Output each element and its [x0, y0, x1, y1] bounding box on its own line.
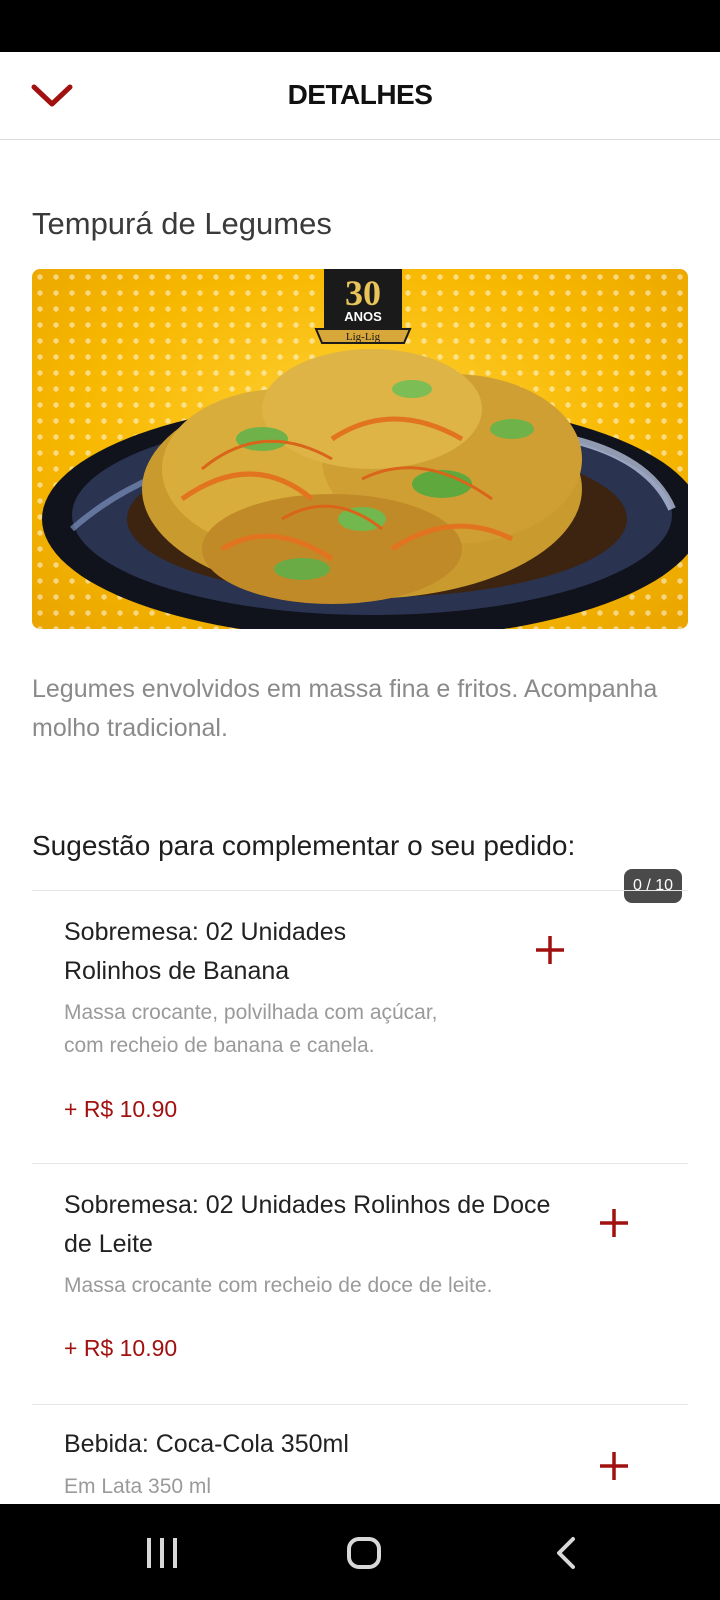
details-content[interactable]: Tempurá de Legumes 30 ANOS Lig-Lig Legum…: [0, 140, 720, 1504]
suggestion-item-description: Em Lata 350 ml: [64, 1475, 212, 1498]
tempura-food: [142, 349, 582, 604]
app-header: DETALHES: [0, 52, 720, 140]
system-nav-bar: [0, 1504, 720, 1600]
suggestion-item[interactable]: Bebida: Coca-Cola 350ml Em Lata 350 ml: [32, 1405, 688, 1504]
add-item-button[interactable]: [590, 1199, 638, 1247]
anniversary-badge: 30 ANOS Lig-Lig: [314, 269, 412, 344]
recent-apps-button[interactable]: [132, 1528, 192, 1578]
home-icon: [347, 1537, 381, 1569]
page-title: DETALHES: [287, 79, 433, 110]
product-image: 30 ANOS Lig-Lig: [32, 269, 688, 629]
product-name: Tempurá de Legumes: [32, 206, 332, 241]
suggestions-title: Sugestão para complementar o seu pedido:: [32, 830, 576, 861]
recent-apps-icon: [147, 1538, 177, 1568]
plus-icon: [600, 1209, 628, 1237]
status-bar: [0, 0, 720, 52]
product-description: Legumes envolvidos em massa fina e frito…: [32, 675, 658, 742]
plus-icon: [536, 936, 564, 964]
plus-icon: [600, 1452, 628, 1480]
suggestion-item-name: Sobremesa: 02 Unidades Rolinhos de Banan…: [64, 918, 347, 985]
suggestion-item-price: + R$ 10.90: [64, 1335, 178, 1361]
suggestion-item-description: Massa crocante com recheio de doce de le…: [64, 1274, 493, 1297]
badge-number: 30: [345, 273, 381, 313]
suggestion-item[interactable]: Sobremesa: 02 Unidades Rolinhos de Doce …: [32, 1164, 688, 1404]
suggestion-item[interactable]: Sobremesa: 02 Unidades Rolinhos de Banan…: [32, 891, 688, 1163]
suggestion-item-name: Bebida: Coca-Cola 350ml: [64, 1430, 349, 1458]
suggestion-item-name: Sobremesa: 02 Unidades Rolinhos de Doce …: [64, 1191, 551, 1258]
suggestion-item-description: Massa crocante, polvilhada com açúcar, c…: [64, 1001, 438, 1057]
home-button[interactable]: [334, 1528, 394, 1578]
back-button[interactable]: [536, 1528, 596, 1578]
add-item-button[interactable]: [526, 926, 574, 974]
back-icon: [557, 1537, 575, 1569]
badge-brand: Lig-Lig: [346, 331, 381, 343]
suggestion-item-price: + R$ 10.90: [64, 1096, 178, 1122]
badge-label: ANOS: [344, 309, 382, 324]
add-item-button[interactable]: [590, 1442, 638, 1490]
